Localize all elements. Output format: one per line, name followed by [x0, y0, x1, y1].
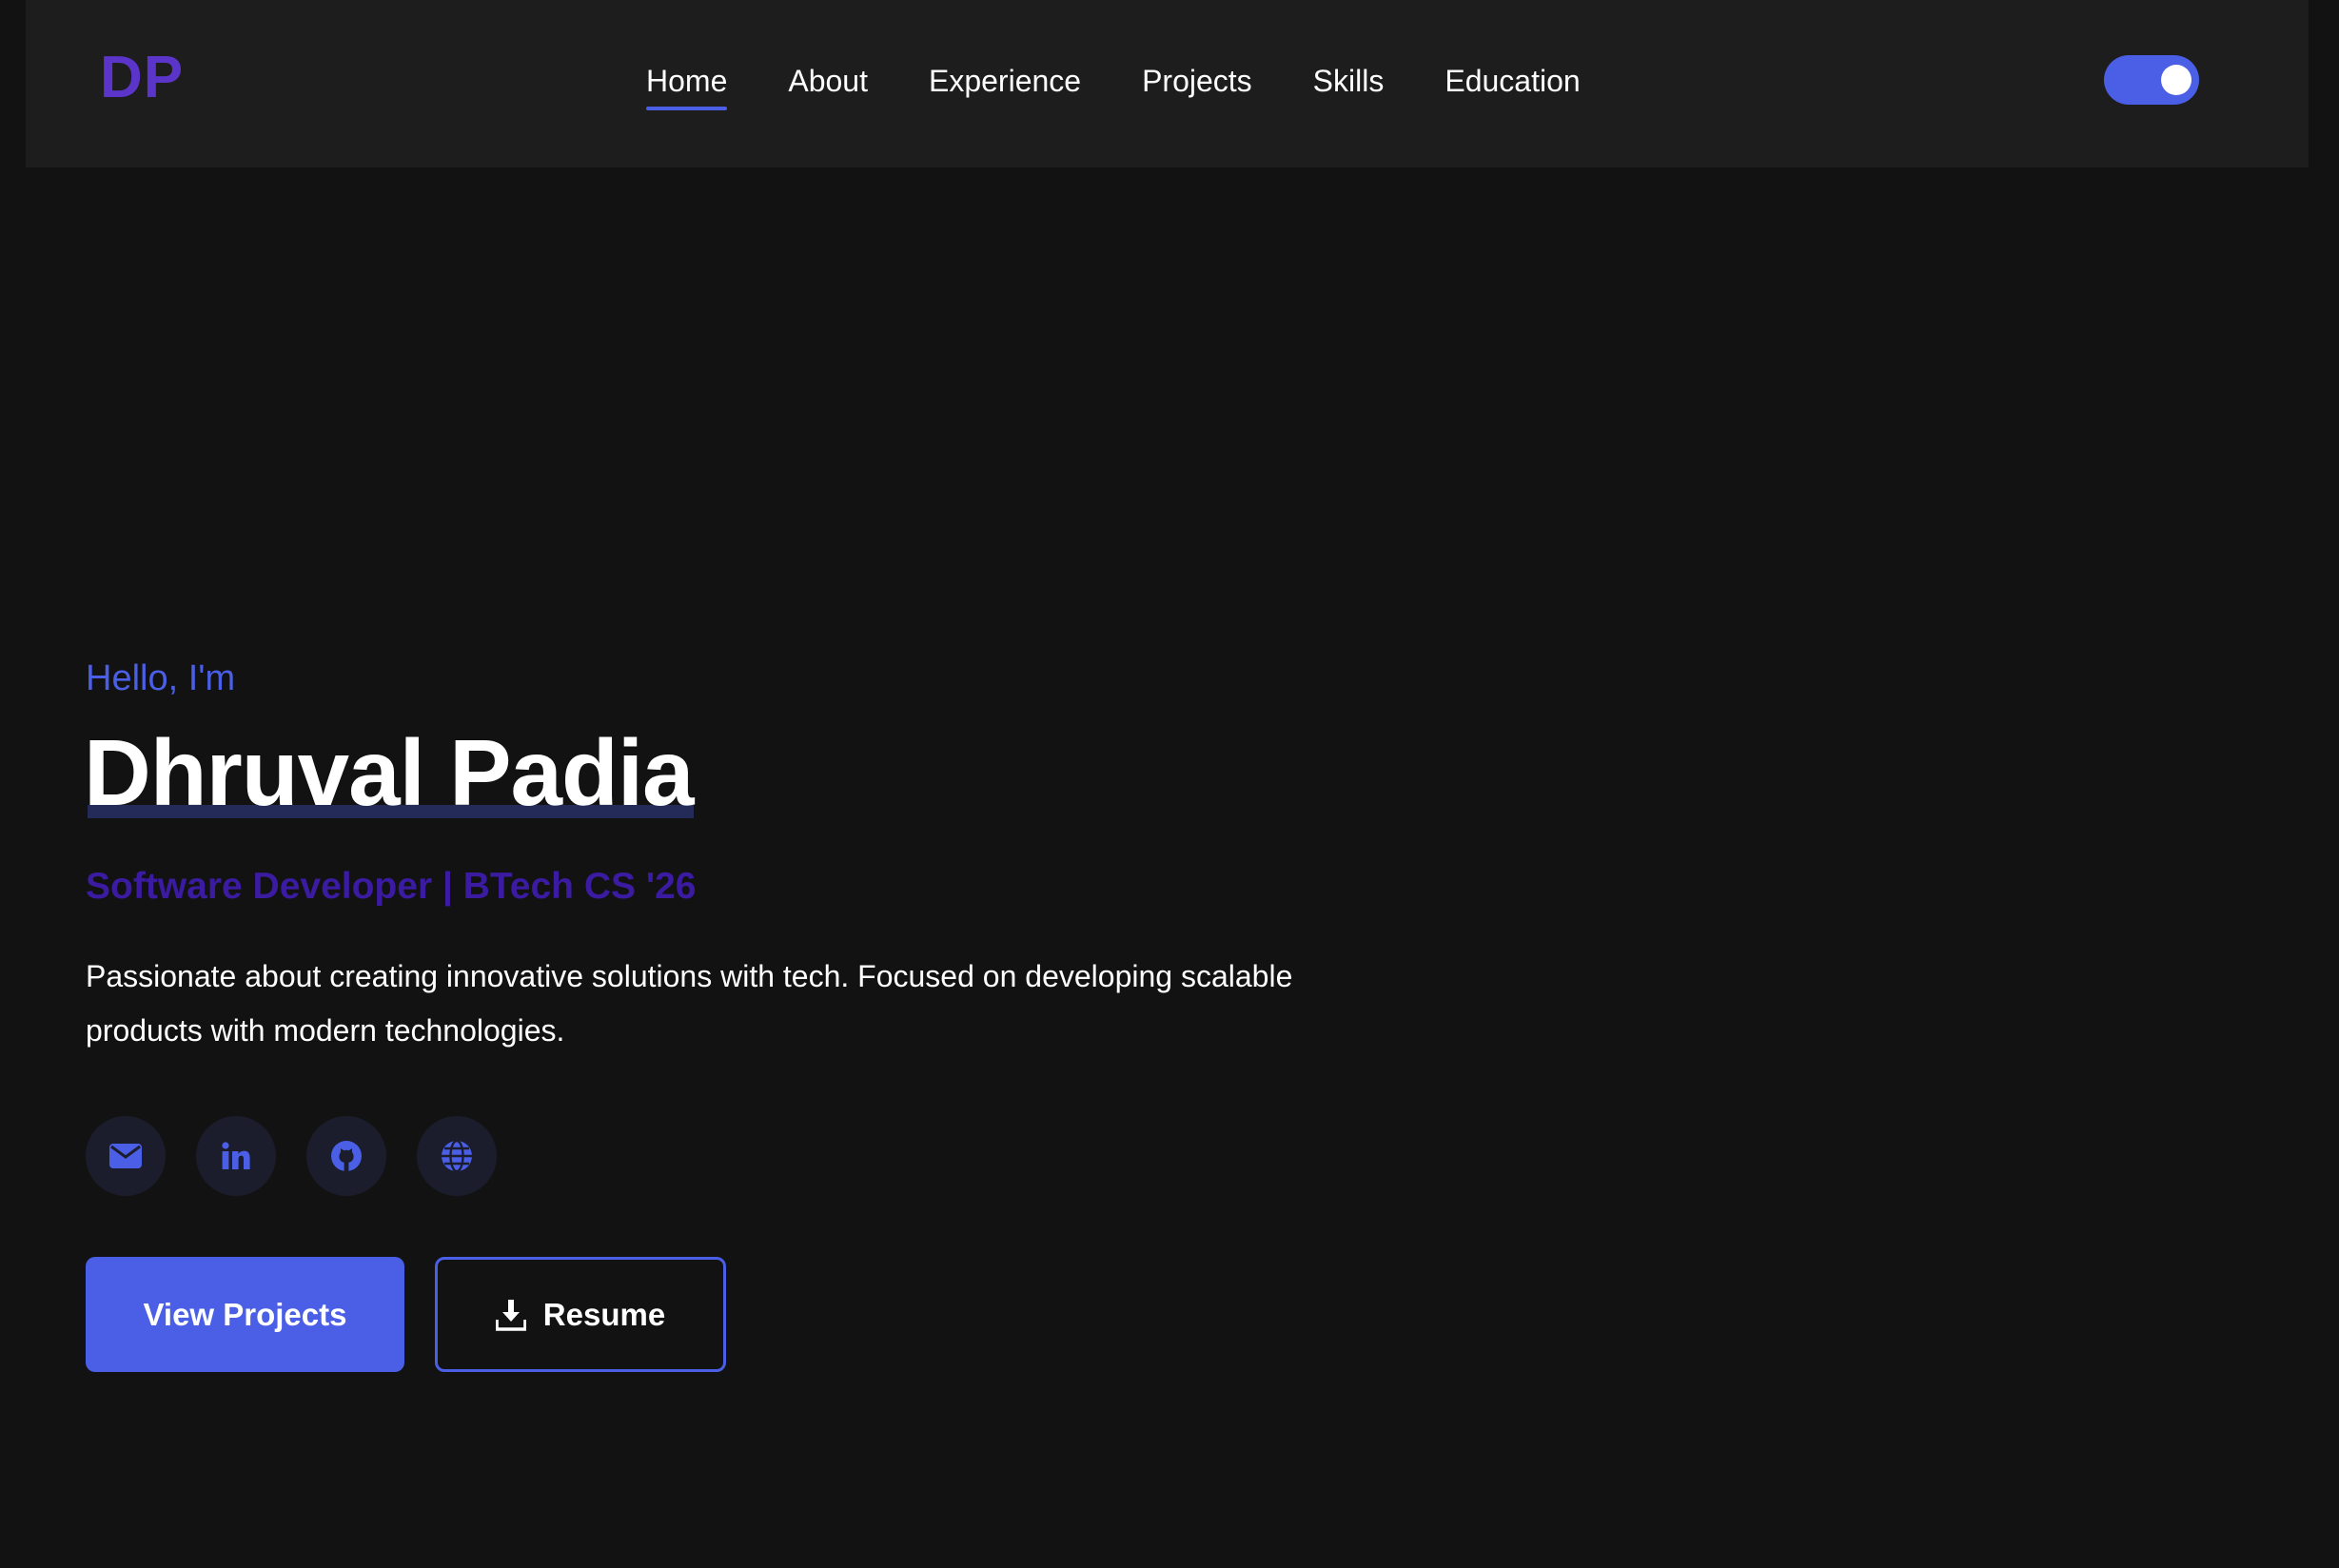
hero-name: Dhruval Padia: [84, 720, 695, 825]
github-link[interactable]: [306, 1116, 386, 1196]
nav-item-about[interactable]: About: [788, 55, 868, 107]
nav-item-skills[interactable]: Skills: [1313, 55, 1385, 107]
hero-bio: Passionate about creating innovative sol…: [86, 959, 1293, 1048]
view-projects-label: View Projects: [143, 1296, 347, 1332]
resume-button[interactable]: Resume: [435, 1257, 726, 1372]
nav-item-experience[interactable]: Experience: [929, 55, 1081, 107]
toggle-knob: [2161, 65, 2192, 95]
github-icon: [331, 1141, 362, 1171]
nav-item-home[interactable]: Home: [646, 55, 728, 110]
nav-item-education[interactable]: Education: [1445, 55, 1580, 107]
resume-label: Resume: [542, 1296, 666, 1332]
page: DP Home About Experience Projects Skills…: [0, 0, 2339, 1568]
view-projects-button[interactable]: View Projects: [86, 1257, 404, 1372]
website-link[interactable]: [417, 1116, 497, 1196]
hero-role: Software Developer | BTech CS '26: [86, 866, 697, 907]
logo[interactable]: DP: [100, 44, 184, 112]
social-links: [86, 1116, 497, 1196]
linkedin-icon: [222, 1142, 250, 1169]
hero-greeting: Hello, I'm: [86, 658, 236, 698]
hero-name-wrap: Dhruval Padia: [84, 719, 695, 826]
globe-icon: [442, 1140, 472, 1172]
nav-item-projects[interactable]: Projects: [1142, 55, 1252, 107]
email-icon: [109, 1144, 142, 1168]
navbar: DP Home About Experience Projects Skills…: [26, 0, 2309, 167]
download-icon: [495, 1299, 526, 1331]
email-link[interactable]: [86, 1116, 166, 1196]
linkedin-link[interactable]: [196, 1116, 276, 1196]
theme-toggle[interactable]: [2104, 55, 2199, 105]
nav-links: Home About Experience Projects Skills Ed…: [646, 55, 1581, 110]
